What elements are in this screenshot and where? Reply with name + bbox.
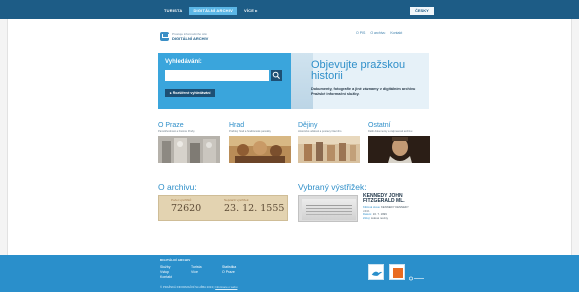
category-image-painting[interactable] bbox=[229, 136, 291, 163]
category-hrad[interactable]: Hrad Pražský hrad a hradčanské památky bbox=[229, 122, 291, 168]
category-subtitle: Historické události a postavy hlavního bbox=[298, 130, 342, 133]
clipping-meta-row: Zdroj: Lidové noviny bbox=[363, 215, 389, 220]
clipping-count-value: 72620 bbox=[171, 203, 202, 214]
search-input[interactable] bbox=[165, 70, 269, 81]
top-nav-tabs: TURISTA DIGITÁLNÍ ARCHIV VÍCE ▸ bbox=[160, 7, 262, 15]
category-subtitle: Pamětihodnosti a historie Prahy bbox=[158, 130, 195, 133]
footer-link[interactable]: Kontakt bbox=[160, 275, 172, 279]
partner-logo-orange[interactable] bbox=[389, 264, 405, 280]
link-o-pis[interactable]: O PIS bbox=[356, 31, 365, 35]
footer-legal: © PRAŽSKÁ INFORMAČNÍ SLUŽBA 2013 | Infor… bbox=[160, 285, 238, 289]
search-label: Vyhledávání: bbox=[165, 59, 202, 65]
search-icon bbox=[272, 71, 280, 79]
footer-link[interactable]: Statistika bbox=[222, 265, 236, 269]
utility-links: O PIS O archivu Kontakt bbox=[356, 31, 402, 35]
category-dejiny[interactable]: Dějiny Historické události a postavy hla… bbox=[298, 122, 360, 168]
top-navigation-bar: TURISTA DIGITÁLNÍ ARCHIV VÍCE ▸ ČESKY bbox=[0, 0, 579, 19]
clipping-section-title: Vybraný výstřižek: bbox=[298, 182, 367, 192]
footer: DIGITÁLNÍ ARCHIV Služby Vstup Kontakt Tu… bbox=[0, 255, 579, 292]
category-title[interactable]: O Praze bbox=[158, 122, 220, 130]
archive-stats: Počet výstřižků: 72620 Nejstarší výstřiž… bbox=[158, 195, 288, 221]
clipping-thumbnail[interactable] bbox=[298, 195, 358, 222]
footer-link[interactable]: Turista bbox=[191, 265, 202, 269]
language-button[interactable]: ČESKY bbox=[410, 7, 434, 15]
legal-link[interactable]: Informace o webu bbox=[215, 285, 237, 289]
category-ostatni[interactable]: Ostatní Další dokumenty a zajímavosti ar… bbox=[368, 122, 430, 168]
footer-column: Turista Více bbox=[191, 265, 202, 274]
copyright-text: © PRAŽSKÁ INFORMAČNÍ SLUŽBA 2013 bbox=[160, 285, 213, 289]
footer-link[interactable]: Vstup bbox=[160, 270, 172, 274]
category-o-praze[interactable]: O Praze Pamětihodnosti a historie Prahy bbox=[158, 122, 220, 168]
archive-section-title: O archivu: bbox=[158, 182, 197, 192]
partner-logo-bird[interactable] bbox=[368, 264, 384, 280]
category-image-fresco[interactable] bbox=[298, 136, 360, 163]
search-panel: Vyhledávání: ▸ Rozšířené vyhledávání bbox=[158, 53, 291, 109]
tab-digitalni-archiv[interactable]: DIGITÁLNÍ ARCHIV bbox=[189, 7, 237, 15]
logo-title: DIGITÁLNÍ ARCHIV bbox=[172, 36, 209, 41]
clipping-meta: Klíčová slova: KENNEDY KENNEDY J.F.K. Da… bbox=[363, 205, 429, 220]
advanced-search-button[interactable]: ▸ Rozšířené vyhledávání bbox=[165, 89, 216, 97]
link-o-archivu[interactable]: O archivu bbox=[370, 31, 385, 35]
hero-banner: Objevujte pražskou historii Dokumenty, f… bbox=[291, 53, 429, 109]
link-kontakt[interactable]: Kontakt bbox=[390, 31, 402, 35]
category-title[interactable]: Ostatní bbox=[368, 122, 430, 130]
clipping-headline[interactable]: KENNEDY JOHN FITZGERALD ML. bbox=[363, 194, 429, 204]
footer-link[interactable]: Služby bbox=[160, 265, 172, 269]
category-subtitle: Další dokumenty a zajímavosti archivu bbox=[368, 130, 413, 133]
category-subtitle: Pražský hrad a hradčanské památky bbox=[229, 130, 271, 133]
accessibility-icon[interactable] bbox=[409, 276, 425, 281]
footer-column: Služby Vstup Kontakt bbox=[160, 265, 172, 279]
tab-turista[interactable]: TURISTA bbox=[160, 7, 186, 15]
orange-square-icon bbox=[393, 268, 403, 278]
footer-heading: DIGITÁLNÍ ARCHIV bbox=[160, 258, 191, 262]
archive-logo-icon bbox=[160, 32, 169, 41]
footer-link[interactable]: Více bbox=[191, 270, 202, 274]
category-image-statues[interactable] bbox=[158, 136, 220, 163]
right-margin bbox=[571, 19, 579, 255]
hero-title: Objevujte pražskou historii bbox=[311, 59, 406, 82]
search-button[interactable] bbox=[271, 70, 282, 81]
left-margin bbox=[0, 19, 8, 255]
category-image-portrait[interactable] bbox=[368, 136, 430, 163]
category-title[interactable]: Hrad bbox=[229, 122, 291, 130]
category-title[interactable]: Dějiny bbox=[298, 122, 360, 130]
footer-link[interactable]: O Praze bbox=[222, 270, 236, 274]
footer-column: Statistika O Praze bbox=[222, 265, 236, 274]
bird-icon bbox=[371, 271, 383, 276]
hero-text: Dokumenty, fotografie a jiné záznamy v d… bbox=[311, 87, 416, 96]
site-logo[interactable]: Prostoje informačního sítě DIGITÁLNÍ ARC… bbox=[160, 32, 208, 41]
tab-vice[interactable]: VÍCE ▸ bbox=[240, 7, 262, 15]
hero-image bbox=[291, 53, 313, 109]
oldest-clipping-value: 23. 12. 1555 bbox=[224, 203, 285, 214]
